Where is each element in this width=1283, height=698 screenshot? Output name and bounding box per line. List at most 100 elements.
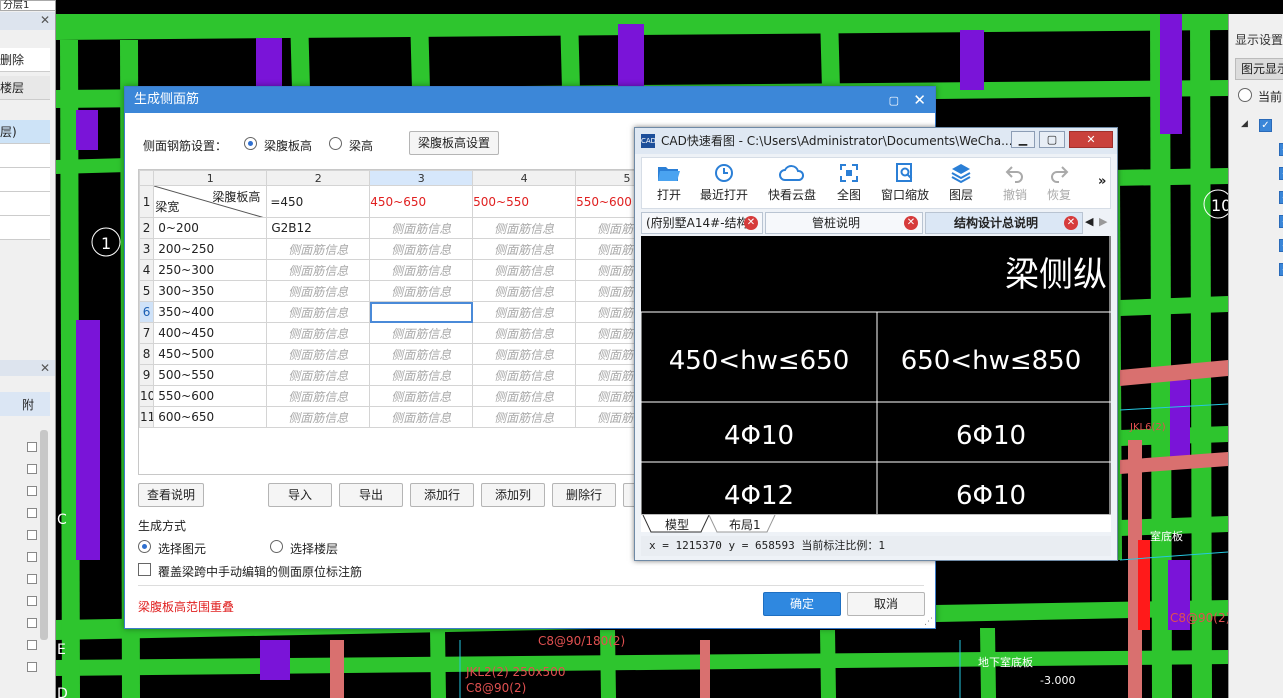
floor-select-field[interactable]: 分层1 bbox=[0, 0, 55, 11]
beam-width-cell[interactable]: 500~550 bbox=[153, 364, 268, 386]
add-row-button[interactable]: 添加行 bbox=[410, 483, 474, 507]
close-icon[interactable]: ✕ bbox=[1069, 131, 1113, 148]
row-header[interactable]: 1 bbox=[139, 185, 155, 218]
col-header-selected[interactable]: 3 bbox=[369, 170, 474, 186]
tree-checkbox[interactable]: ✓ bbox=[1279, 239, 1283, 252]
row-header[interactable]: 11 bbox=[139, 406, 155, 428]
tree-checkbox[interactable]: ✓ bbox=[1279, 263, 1283, 276]
rebar-info-cell[interactable]: 侧面筋信息 bbox=[369, 217, 474, 239]
rebar-info-cell[interactable]: 侧面筋信息 bbox=[472, 301, 577, 323]
property-checkbox[interactable] bbox=[27, 618, 37, 628]
tab-scroll-right-icon[interactable]: ▶ bbox=[1099, 215, 1107, 228]
rebar-info-cell[interactable]: 侧面筋信息 bbox=[575, 322, 637, 344]
tree-checkbox[interactable]: ✓ bbox=[1259, 119, 1272, 132]
rebar-info-cell[interactable]: 侧面筋信息 bbox=[575, 406, 637, 428]
property-checkbox[interactable] bbox=[27, 486, 37, 496]
rebar-info-cell[interactable]: 侧面筋信息 bbox=[575, 217, 637, 239]
close-icon[interactable]: ✕ bbox=[40, 13, 50, 27]
rebar-info-cell[interactable]: 侧面筋信息 bbox=[369, 280, 474, 302]
overwrite-checkbox[interactable] bbox=[138, 563, 151, 576]
import-button[interactable]: 导入 bbox=[268, 483, 332, 507]
beam-width-cell[interactable]: 250~300 bbox=[153, 259, 268, 281]
tab-model[interactable]: 模型 bbox=[665, 516, 689, 533]
undo-button[interactable]: 撤销 bbox=[998, 162, 1032, 203]
export-button[interactable]: 导出 bbox=[339, 483, 403, 507]
tab-layout-1[interactable]: 布局1 bbox=[729, 516, 761, 533]
rebar-info-cell[interactable]: 侧面筋信息 bbox=[266, 259, 371, 281]
rebar-info-cell[interactable]: 侧面筋信息 bbox=[472, 406, 577, 428]
rebar-info-cell[interactable]: 侧面筋信息 bbox=[472, 322, 577, 344]
range-cell-overlap[interactable]: 500~550 bbox=[472, 185, 577, 218]
property-checkbox[interactable] bbox=[27, 574, 37, 584]
rebar-info-cell[interactable]: 侧面筋信息 bbox=[266, 280, 371, 302]
rebar-info-cell[interactable]: 侧面筋信息 bbox=[575, 238, 637, 260]
recent-open-button[interactable]: 最近打开 bbox=[698, 162, 750, 203]
tab-drawing-1[interactable]: (府别墅A14#-结构 ✕ bbox=[641, 212, 763, 234]
rebar-info-cell[interactable]: 侧面筋信息 bbox=[266, 343, 371, 365]
floor-list-item[interactable] bbox=[0, 144, 50, 168]
layers-button[interactable]: 图层 bbox=[944, 162, 978, 203]
properties-scrollbar[interactable] bbox=[40, 430, 48, 640]
beam-height-radio[interactable] bbox=[329, 137, 342, 150]
rebar-info-cell[interactable]: 侧面筋信息 bbox=[266, 364, 371, 386]
rebar-info-cell[interactable]: 侧面筋信息 bbox=[472, 280, 577, 302]
web-height-settings-button[interactable]: 梁腹板高设置 bbox=[409, 131, 499, 155]
close-tab-icon[interactable]: ✕ bbox=[904, 216, 918, 230]
range-cell-overlap[interactable]: 550~600 bbox=[575, 185, 637, 218]
rebar-info-cell[interactable]: 侧面筋信息 bbox=[472, 385, 577, 407]
toolbar-more-icon[interactable]: » bbox=[1098, 174, 1106, 189]
beam-width-cell[interactable]: 350~400 bbox=[153, 301, 268, 323]
rebar-info-cell[interactable]: 侧面筋信息 bbox=[266, 301, 371, 323]
maximize-icon[interactable]: ▢ bbox=[889, 88, 899, 114]
rebar-info-cell[interactable]: 侧面筋信息 bbox=[266, 406, 371, 428]
tree-checkbox[interactable]: ✓ bbox=[1279, 215, 1283, 228]
rebar-info-cell[interactable]: 侧面筋信息 bbox=[472, 238, 577, 260]
rebar-info-cell[interactable]: 侧面筋信息 bbox=[266, 385, 371, 407]
close-tab-icon[interactable]: ✕ bbox=[1064, 216, 1078, 230]
tree-checkbox[interactable]: ✓ bbox=[1279, 143, 1283, 156]
col-header[interactable]: 1 bbox=[153, 170, 268, 186]
open-button[interactable]: 打开 bbox=[652, 162, 686, 203]
property-checkbox[interactable] bbox=[27, 508, 37, 518]
floor-list-item[interactable] bbox=[0, 192, 50, 216]
rebar-info-cell[interactable]: 侧面筋信息 bbox=[266, 238, 371, 260]
tab-drawing-2[interactable]: 管桩说明 ✕ bbox=[765, 212, 923, 234]
ok-button[interactable]: 确定 bbox=[763, 592, 841, 616]
rebar-info-cell[interactable]: 侧面筋信息 bbox=[369, 406, 474, 428]
property-checkbox[interactable] bbox=[27, 530, 37, 540]
range-cell[interactable]: =450 bbox=[266, 185, 371, 218]
row-header[interactable]: 9 bbox=[139, 364, 155, 386]
tab-element-display[interactable]: 图元显示 bbox=[1235, 58, 1283, 80]
rebar-info-cell[interactable] bbox=[369, 301, 474, 323]
row-header[interactable]: 5 bbox=[139, 280, 155, 302]
beam-width-cell[interactable]: 200~250 bbox=[153, 238, 268, 260]
rebar-info-cell[interactable]: 侧面筋信息 bbox=[575, 259, 637, 281]
property-checkbox[interactable] bbox=[27, 464, 37, 474]
web-height-radio[interactable] bbox=[244, 137, 257, 150]
rebar-info-cell[interactable]: 侧面筋信息 bbox=[369, 259, 474, 281]
minimize-icon[interactable]: ▁ bbox=[1011, 131, 1035, 148]
row-header[interactable]: 4 bbox=[139, 259, 155, 281]
rebar-info-cell[interactable]: 侧面筋信息 bbox=[575, 280, 637, 302]
close-icon[interactable]: ✕ bbox=[40, 361, 50, 375]
expand-arrow-icon[interactable]: ◢ bbox=[1241, 119, 1248, 129]
rebar-info-cell[interactable]: 侧面筋信息 bbox=[266, 322, 371, 344]
cad-drawing-view[interactable]: 梁侧纵 450<hw≤650 650<hw≤850 4Φ10 6Φ10 4Φ12… bbox=[641, 236, 1111, 514]
floor-list-item[interactable] bbox=[0, 168, 50, 192]
floor-list-item[interactable] bbox=[0, 216, 50, 240]
select-floor-radio[interactable] bbox=[270, 540, 283, 553]
row-header[interactable]: 8 bbox=[139, 343, 155, 365]
col-header[interactable]: 5 bbox=[575, 170, 637, 186]
tree-checkbox[interactable]: ✓ bbox=[1279, 191, 1283, 204]
beam-width-cell[interactable]: 600~650 bbox=[153, 406, 268, 428]
redo-button[interactable]: 恢复 bbox=[1042, 162, 1076, 203]
rebar-table[interactable]: 1 2 3 4 5 1 梁腹板高 梁宽 =450 450~650 500~550 bbox=[138, 169, 638, 475]
property-checkbox[interactable] bbox=[27, 442, 37, 452]
delete-row-button[interactable]: 删除行 bbox=[552, 483, 616, 507]
beam-width-cell[interactable]: 400~450 bbox=[153, 322, 268, 344]
floor-list-item-selected[interactable]: 层) bbox=[0, 120, 50, 144]
rebar-info-cell[interactable]: 侧面筋信息 bbox=[369, 238, 474, 260]
view-notes-button[interactable]: 查看说明 bbox=[138, 483, 204, 507]
row-header[interactable]: 6 bbox=[139, 301, 155, 323]
property-checkbox[interactable] bbox=[27, 596, 37, 606]
